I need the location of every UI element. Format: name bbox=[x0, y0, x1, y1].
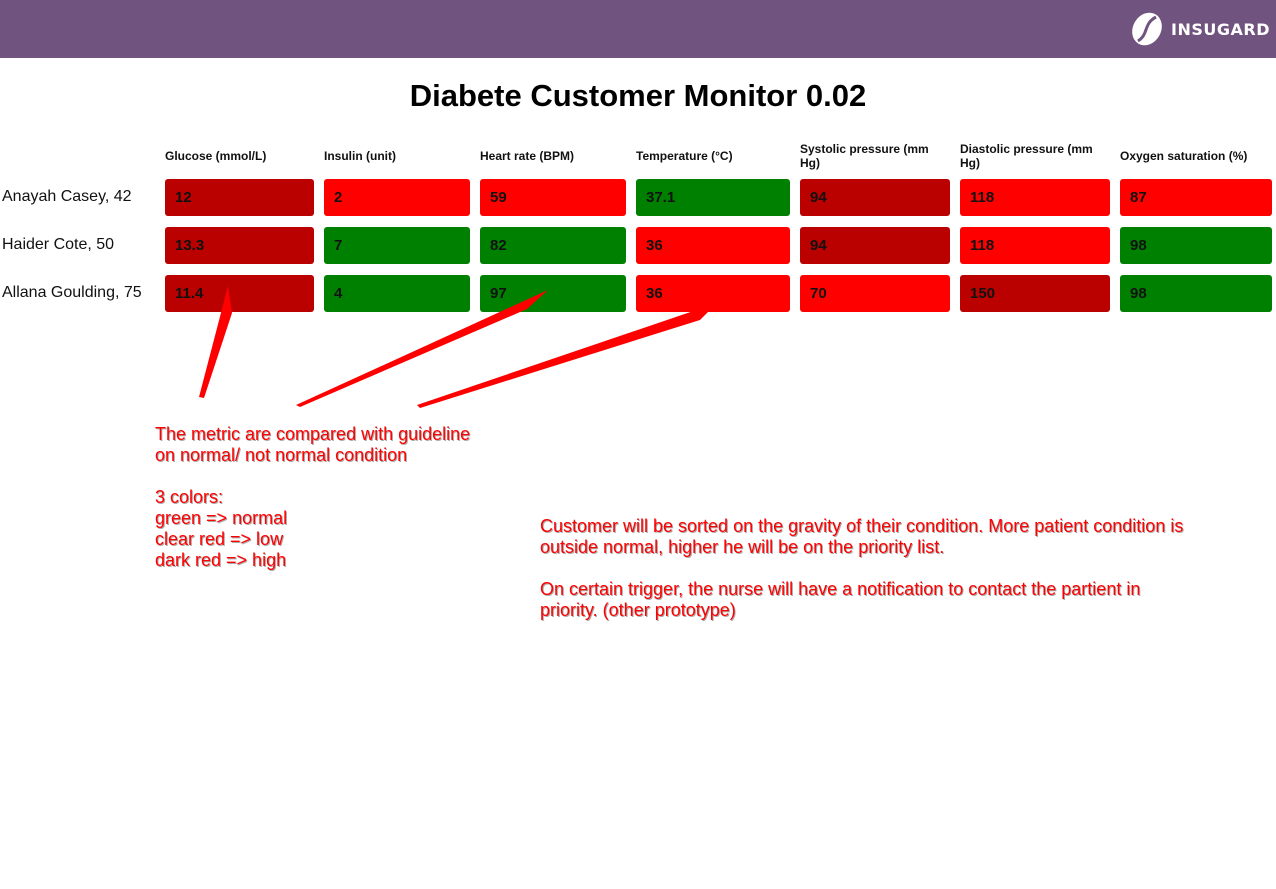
priority-note: Customer will be sorted on the gravity o… bbox=[540, 516, 1184, 620]
annotation-arrow bbox=[199, 286, 232, 398]
annotation-arrow bbox=[296, 290, 548, 407]
annotation-arrow bbox=[417, 303, 717, 408]
color-legend-note: The metric are compared with guideline o… bbox=[155, 424, 471, 570]
